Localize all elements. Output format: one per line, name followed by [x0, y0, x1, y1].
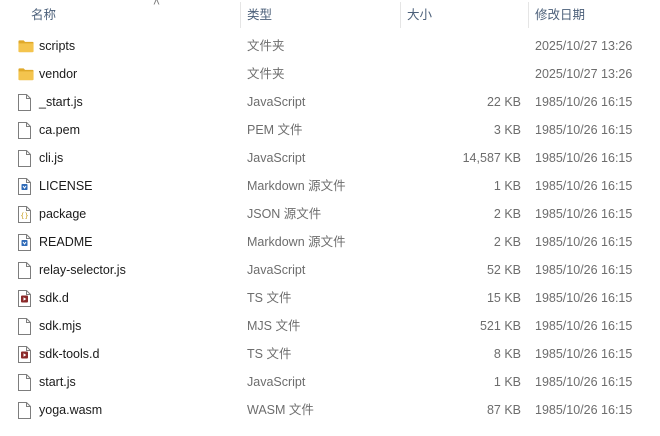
- file-type: 文件夹: [247, 67, 285, 81]
- file-modified-date: 1985/10/26 16:15: [535, 235, 633, 249]
- file-row[interactable]: sdk-tools.d TS 文件 8 KB 1985/10/26 16:15: [0, 340, 660, 368]
- file-size: [400, 60, 521, 88]
- markdown-file-icon: [18, 228, 34, 256]
- file-modified-date: 1985/10/26 16:15: [535, 123, 633, 137]
- column-header-size-label: 大小: [407, 8, 433, 22]
- file-name: README: [39, 235, 93, 249]
- file-modified-date: 1985/10/26 16:15: [535, 375, 633, 389]
- file-modified-date: 1985/10/26 16:15: [535, 319, 633, 333]
- document-icon: [18, 368, 34, 396]
- file-size: 15 KB: [486, 291, 521, 305]
- document-icon: [18, 312, 34, 340]
- json-file-icon: {}: [18, 200, 34, 228]
- column-header-type-label: 类型: [247, 8, 273, 22]
- file-type: PEM 文件: [247, 123, 303, 137]
- file-size: 8 KB: [493, 347, 521, 361]
- file-name: package: [39, 207, 87, 221]
- file-row[interactable]: vendor 文件夹 2025/10/27 13:26: [0, 60, 660, 88]
- file-modified-date: 1985/10/26 16:15: [535, 151, 633, 165]
- file-size: 521 KB: [479, 319, 521, 333]
- file-modified-date: 2025/10/27 13:26: [535, 39, 633, 53]
- file-type: TS 文件: [247, 291, 292, 305]
- file-modified-date: 2025/10/27 13:26: [535, 67, 633, 81]
- file-name: sdk-tools.d: [39, 347, 100, 361]
- file-type: JSON 源文件: [247, 207, 322, 221]
- file-modified-date: 1985/10/26 16:15: [535, 291, 633, 305]
- file-type: JavaScript: [247, 375, 306, 389]
- file-row[interactable]: ca.pem PEM 文件 3 KB 1985/10/26 16:15: [0, 116, 660, 144]
- file-row[interactable]: sdk.d TS 文件 15 KB 1985/10/26 16:15: [0, 284, 660, 312]
- file-list: scripts 文件夹 2025/10/27 13:26 vendor 文件夹 2025/…: [0, 32, 660, 424]
- file-row[interactable]: _start.js JavaScript 22 KB 1985/10/26 16:15: [0, 88, 660, 116]
- file-modified-date: 1985/10/26 16:15: [535, 347, 633, 361]
- ts-video-file-icon: [18, 340, 34, 368]
- file-name: LICENSE: [39, 179, 93, 193]
- file-size: 22 KB: [486, 95, 521, 109]
- file-type: JavaScript: [247, 151, 306, 165]
- file-type: JavaScript: [247, 263, 306, 277]
- document-icon: [18, 144, 34, 172]
- folder-icon: [18, 60, 34, 88]
- file-row[interactable]: scripts 文件夹 2025/10/27 13:26: [0, 32, 660, 60]
- file-type: WASM 文件: [247, 403, 314, 417]
- file-row[interactable]: yoga.wasm WASM 文件 87 KB 1985/10/26 16:15: [0, 396, 660, 424]
- file-size: 2 KB: [493, 207, 521, 221]
- file-type: 文件夹: [247, 39, 285, 53]
- folder-icon: [18, 32, 34, 60]
- file-type: Markdown 源文件: [247, 235, 346, 249]
- document-icon: [18, 88, 34, 116]
- file-size: 1 KB: [493, 375, 521, 389]
- file-size: [400, 32, 521, 60]
- file-row[interactable]: start.js JavaScript 1 KB 1985/10/26 16:15: [0, 368, 660, 396]
- file-row[interactable]: LICENSE Markdown 源文件 1 KB 1985/10/26 16:15: [0, 172, 660, 200]
- column-header-name[interactable]: 名称 ˄: [25, 0, 240, 30]
- file-modified-date: 1985/10/26 16:15: [535, 207, 633, 221]
- file-name: sdk.mjs: [39, 319, 82, 333]
- file-size: 1 KB: [493, 179, 521, 193]
- file-type: JavaScript: [247, 95, 306, 109]
- file-size: 2 KB: [493, 235, 521, 249]
- column-header-name-label: 名称: [31, 8, 57, 22]
- file-name: _start.js: [39, 95, 83, 109]
- column-header-type[interactable]: 类型: [241, 0, 400, 30]
- file-row[interactable]: {} package JSON 源文件 2 KB 1985/10/26 16:15: [0, 200, 660, 228]
- file-name: yoga.wasm: [39, 403, 103, 417]
- column-header-size[interactable]: 大小: [401, 0, 528, 30]
- file-type: TS 文件: [247, 347, 292, 361]
- document-icon: [18, 256, 34, 284]
- file-size: 14,587 KB: [462, 151, 521, 165]
- file-modified-date: 1985/10/26 16:15: [535, 179, 633, 193]
- column-header-bar: 名称 ˄ 类型 大小 修改日期: [0, 0, 660, 30]
- markdown-file-icon: [18, 172, 34, 200]
- file-name: ca.pem: [39, 123, 80, 137]
- file-size: 52 KB: [486, 263, 521, 277]
- document-icon: [18, 396, 34, 424]
- file-name: scripts: [39, 39, 76, 53]
- file-name: start.js: [39, 375, 76, 389]
- file-row[interactable]: README Markdown 源文件 2 KB 1985/10/26 16:15: [0, 228, 660, 256]
- file-modified-date: 1985/10/26 16:15: [535, 403, 633, 417]
- column-header-date-label: 修改日期: [535, 8, 586, 22]
- column-header-date[interactable]: 修改日期: [529, 0, 660, 30]
- ts-video-file-icon: [18, 284, 34, 312]
- file-name: vendor: [39, 67, 78, 81]
- sort-ascending-icon: ˄: [153, 0, 161, 9]
- file-name: sdk.d: [39, 291, 69, 305]
- svg-text:{}: {}: [20, 212, 28, 220]
- file-modified-date: 1985/10/26 16:15: [535, 263, 633, 277]
- file-modified-date: 1985/10/26 16:15: [535, 95, 633, 109]
- file-explorer-list-view: 名称 ˄ 类型 大小 修改日期 scripts 文件夹 2025/10/27 13:…: [0, 0, 660, 436]
- document-icon: [18, 116, 34, 144]
- file-name: cli.js: [39, 151, 64, 165]
- file-size: 87 KB: [486, 403, 521, 417]
- file-type: MJS 文件: [247, 319, 301, 333]
- file-type: Markdown 源文件: [247, 179, 346, 193]
- file-row[interactable]: relay-selector.js JavaScript 52 KB 1985/10/…: [0, 256, 660, 284]
- file-row[interactable]: cli.js JavaScript 14,587 KB 1985/10/26 16:1…: [0, 144, 660, 172]
- file-name: relay-selector.js: [39, 263, 126, 277]
- file-size: 3 KB: [493, 123, 521, 137]
- file-row[interactable]: sdk.mjs MJS 文件 521 KB 1985/10/26 16:15: [0, 312, 660, 340]
